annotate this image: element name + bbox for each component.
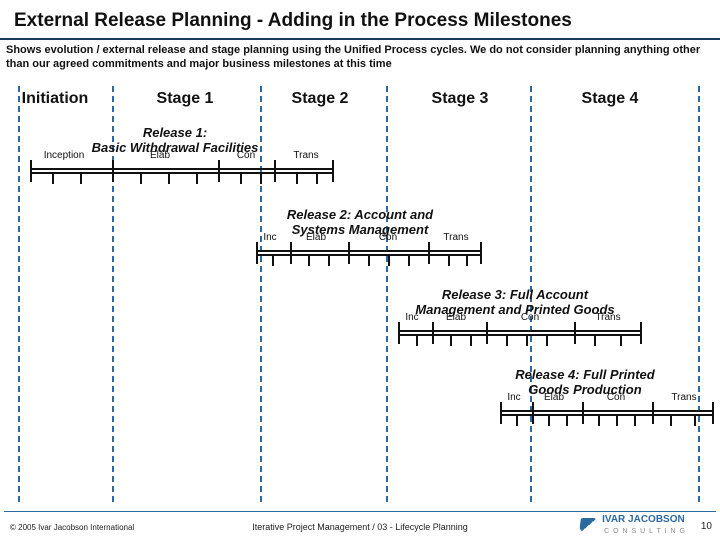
phase-tick xyxy=(112,160,114,182)
phase-label: Trans xyxy=(595,312,620,323)
footer: © 2005 Ivar Jacobson International Itera… xyxy=(0,510,720,540)
page-number: 10 xyxy=(701,521,712,532)
phase-tick xyxy=(290,242,292,264)
phase-label: Inception xyxy=(44,150,85,161)
phase-tick xyxy=(428,242,430,264)
iteration-subtick xyxy=(308,254,310,266)
iteration-subtick xyxy=(448,254,450,266)
stage-divider xyxy=(698,86,700,502)
iteration-subtick xyxy=(388,254,390,266)
iteration-subtick xyxy=(594,334,596,346)
phase-label: Trans xyxy=(671,392,696,403)
iteration-subtick xyxy=(548,414,550,426)
iteration-subtick xyxy=(598,414,600,426)
stage-label: Stage 1 xyxy=(157,90,214,108)
stage-label: Stage 2 xyxy=(292,90,349,108)
iteration-subtick xyxy=(634,414,636,426)
phase-tick xyxy=(640,322,642,344)
slide-subtitle: Shows evolution / external release and s… xyxy=(0,40,720,76)
phase-label: Inc xyxy=(263,232,276,243)
slide-title: External Release Planning - Adding in th… xyxy=(0,0,720,40)
iteration-subtick xyxy=(616,414,618,426)
iteration-subtick xyxy=(80,172,82,184)
stage-label: Stage 3 xyxy=(432,90,489,108)
phase-tick xyxy=(480,242,482,264)
iteration-subtick xyxy=(670,414,672,426)
iteration-subtick xyxy=(368,254,370,266)
iteration-subtick xyxy=(260,172,262,184)
release-title: Release 4: Full PrintedGoods Production xyxy=(470,368,700,398)
diagram-canvas: Initiation Stage 1 Stage 2 Stage 3 Stage 4 Re… xyxy=(0,72,720,508)
phase-tick xyxy=(432,322,434,344)
stage-label: Initiation xyxy=(22,90,89,108)
iteration-subtick xyxy=(240,172,242,184)
phase-tick xyxy=(398,322,400,344)
phase-label: Inc xyxy=(507,392,520,403)
phase-tick xyxy=(712,402,714,424)
phase-tick xyxy=(348,242,350,264)
doc-path-text: Iterative Project Management / 03 - Life… xyxy=(252,522,468,532)
iteration-subtick xyxy=(450,334,452,346)
iteration-subtick xyxy=(506,334,508,346)
copyright-text: © 2005 Ivar Jacobson International xyxy=(10,523,134,532)
phase-tick xyxy=(500,402,502,424)
phase-label: Con xyxy=(521,312,539,323)
iteration-subtick xyxy=(620,334,622,346)
phase-tick xyxy=(30,160,32,182)
iteration-subtick xyxy=(296,172,298,184)
iteration-subtick xyxy=(694,414,696,426)
iteration-subtick xyxy=(466,254,468,266)
release-bar xyxy=(398,330,640,336)
iteration-subtick xyxy=(328,254,330,266)
phase-tick xyxy=(218,160,220,182)
iteration-subtick xyxy=(316,172,318,184)
phase-tick xyxy=(574,322,576,344)
phase-label: Con xyxy=(379,232,397,243)
iteration-subtick xyxy=(196,172,198,184)
stage-label: Stage 4 xyxy=(582,90,639,108)
phase-label: Con xyxy=(607,392,625,403)
phase-label: Elab xyxy=(150,150,170,161)
iteration-subtick xyxy=(52,172,54,184)
phase-tick xyxy=(486,322,488,344)
brand-logo-icon xyxy=(579,518,599,532)
iteration-subtick xyxy=(566,414,568,426)
phase-label: Elab xyxy=(306,232,326,243)
phase-label: Inc xyxy=(405,312,418,323)
iteration-subtick xyxy=(140,172,142,184)
phase-tick xyxy=(274,160,276,182)
release-title: Release 2: Account andSystems Management xyxy=(250,208,470,238)
iteration-subtick xyxy=(416,334,418,346)
release-bar xyxy=(30,168,332,174)
iteration-subtick xyxy=(272,254,274,266)
phase-label: Elab xyxy=(544,392,564,403)
phase-tick xyxy=(652,402,654,424)
phase-label: Elab xyxy=(446,312,466,323)
phase-label: Trans xyxy=(293,150,318,161)
iteration-subtick xyxy=(546,334,548,346)
iteration-subtick xyxy=(408,254,410,266)
phase-label: Trans xyxy=(443,232,468,243)
iteration-subtick xyxy=(516,414,518,426)
stage-divider xyxy=(18,86,20,502)
phase-tick xyxy=(256,242,258,264)
iteration-subtick xyxy=(470,334,472,346)
iteration-subtick xyxy=(526,334,528,346)
brand-subline: C O N S U L T I N G xyxy=(604,528,686,535)
brand-logo: IVAR JACOBSON C O N S U L T I N G xyxy=(580,514,686,536)
phase-tick xyxy=(532,402,534,424)
phase-label: Con xyxy=(237,150,255,161)
brand-name: IVAR JACOBSON xyxy=(602,514,685,525)
phase-tick xyxy=(582,402,584,424)
iteration-subtick xyxy=(168,172,170,184)
phase-tick xyxy=(332,160,334,182)
